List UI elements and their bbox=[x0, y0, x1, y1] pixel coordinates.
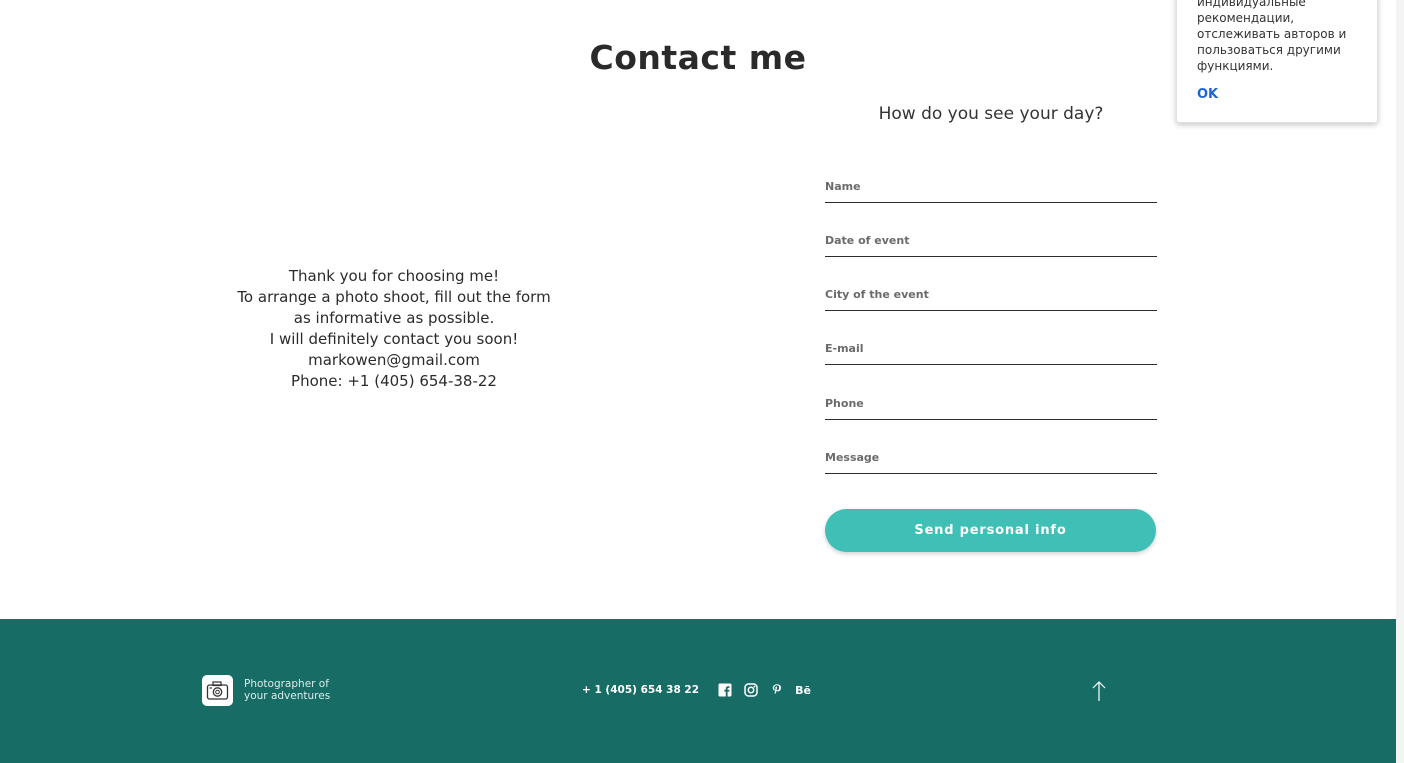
send-personal-info-button[interactable]: Send personal info bbox=[825, 509, 1156, 552]
info-line: To arrange a photo shoot, fill out the f… bbox=[237, 288, 551, 306]
tagline-line: your adventures bbox=[244, 690, 331, 702]
page: Contact me Thank you for choosing me! To… bbox=[0, 0, 1404, 763]
popup-line: функциями. bbox=[1197, 59, 1274, 73]
contact-email: markowen@gmail.com bbox=[308, 351, 480, 369]
pinterest-icon[interactable] bbox=[769, 682, 785, 698]
city-of-event-input[interactable] bbox=[825, 280, 1157, 308]
popup-ok-button[interactable]: OK bbox=[1197, 87, 1218, 102]
logo[interactable] bbox=[202, 675, 233, 706]
form-heading: How do you see your day? bbox=[878, 104, 1104, 124]
tagline-line: Photographer of bbox=[244, 678, 329, 690]
info-line: I will definitely contact you soon! bbox=[269, 330, 519, 348]
behance-icon[interactable]: Bē bbox=[795, 682, 811, 698]
scroll-to-top-arrow-icon[interactable] bbox=[1090, 680, 1108, 702]
message-field-wrapper bbox=[825, 443, 1157, 474]
contact-info: Thank you for choosing me! To arrange a … bbox=[200, 266, 588, 392]
info-line: as informative as possible. bbox=[293, 309, 495, 327]
behance-label: Bē bbox=[795, 683, 811, 697]
phone-field-wrapper bbox=[825, 389, 1157, 420]
name-input[interactable] bbox=[825, 172, 1157, 200]
popup-line: индивидуальные bbox=[1197, 0, 1306, 9]
info-line: Thank you for choosing me! bbox=[288, 267, 500, 285]
date-of-event-input[interactable] bbox=[825, 226, 1157, 254]
camera-icon bbox=[206, 681, 229, 700]
phone-input[interactable] bbox=[825, 389, 1157, 417]
popup-line: рекомендации, bbox=[1197, 11, 1295, 25]
email-input[interactable] bbox=[825, 334, 1157, 362]
footer-tagline: Photographer of your adventures bbox=[244, 678, 330, 702]
email-field-wrapper bbox=[825, 334, 1157, 365]
contact-phone: Phone: +1 (405) 654-38-22 bbox=[291, 372, 497, 390]
city-field-wrapper bbox=[825, 280, 1157, 311]
message-input[interactable] bbox=[825, 443, 1157, 471]
instagram-icon[interactable] bbox=[743, 682, 759, 698]
popup-line: отслеживать авторов и bbox=[1197, 27, 1347, 41]
scrollbar[interactable] bbox=[1396, 0, 1404, 763]
popup-line: пользоваться другими bbox=[1197, 43, 1341, 57]
notification-popup: индивидуальные рекомендации, отслеживать… bbox=[1176, 0, 1378, 123]
date-field-wrapper bbox=[825, 226, 1157, 257]
footer-phone: + 1 (405) 654 38 22 bbox=[582, 684, 700, 696]
popup-message: индивидуальные рекомендации, отслеживать… bbox=[1197, 0, 1367, 74]
facebook-icon[interactable] bbox=[717, 682, 733, 698]
name-field-wrapper bbox=[825, 172, 1157, 203]
